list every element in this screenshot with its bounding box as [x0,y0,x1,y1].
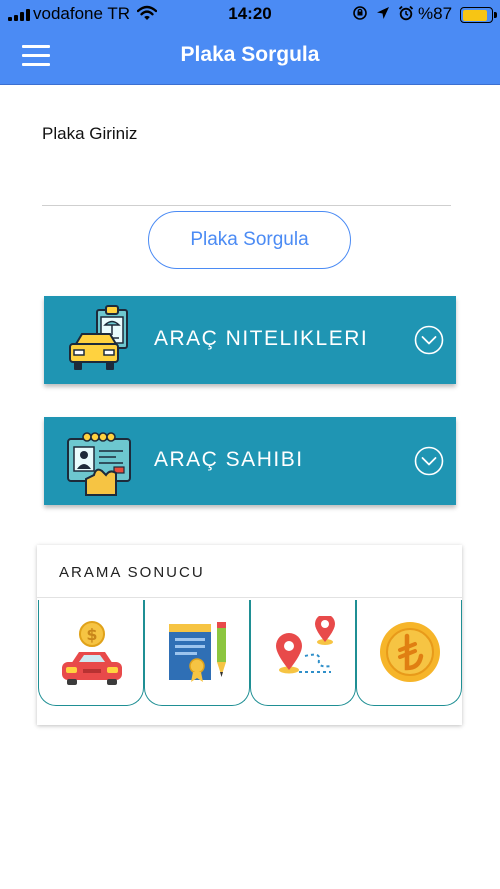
plate-input-label: Plaka Giriniz [42,124,138,143]
result-tile-route[interactable] [250,600,356,706]
page-title: Plaka Sorgula [180,43,320,66]
hamburger-menu-icon[interactable] [22,45,52,67]
lira-coin-icon [380,622,440,682]
result-tile-lira[interactable] [356,600,462,706]
result-tile-certificate[interactable] [144,600,250,706]
search-result-header: ARAMA SONUCU [37,545,462,598]
vehicle-owner-title: ARAÇ SAHIBI [154,448,304,471]
app-bar: Plaka Sorgula [0,29,500,85]
svg-text:$: $ [86,625,97,644]
vehicle-properties-title: ARAÇ NITELIKLERI [154,327,369,350]
location-arrow-icon [377,7,389,19]
battery-percent: %87 [418,4,453,23]
search-result-card: ARAMA SONUCU $ [37,545,462,725]
route-map-icon [276,616,335,674]
vehicle-document-icon [69,305,128,370]
search-result-title: ARAMA SONUCU [59,564,205,581]
result-tile-car-price[interactable]: $ [38,600,144,706]
certificate-icon [169,622,226,682]
status-bar: vodafone TR 14:20 %87 [0,0,500,29]
orientation-lock-icon [353,6,367,20]
vehicle-properties-panel[interactable]: ARAÇ NITELIKLERI [44,296,456,384]
vehicle-owner-panel[interactable]: ARAÇ SAHIBI [44,417,456,505]
plate-query-button[interactable]: Plaka Sorgula [148,211,351,269]
result-tiles: $ [37,600,462,706]
battery-icon [460,7,497,23]
alarm-clock-icon [398,5,414,21]
id-card-icon [67,432,131,496]
car-price-icon: $ [62,621,122,685]
plate-input[interactable] [42,150,451,206]
chevron-down-circle-icon[interactable] [414,446,444,476]
chevron-down-circle-icon[interactable] [414,325,444,355]
